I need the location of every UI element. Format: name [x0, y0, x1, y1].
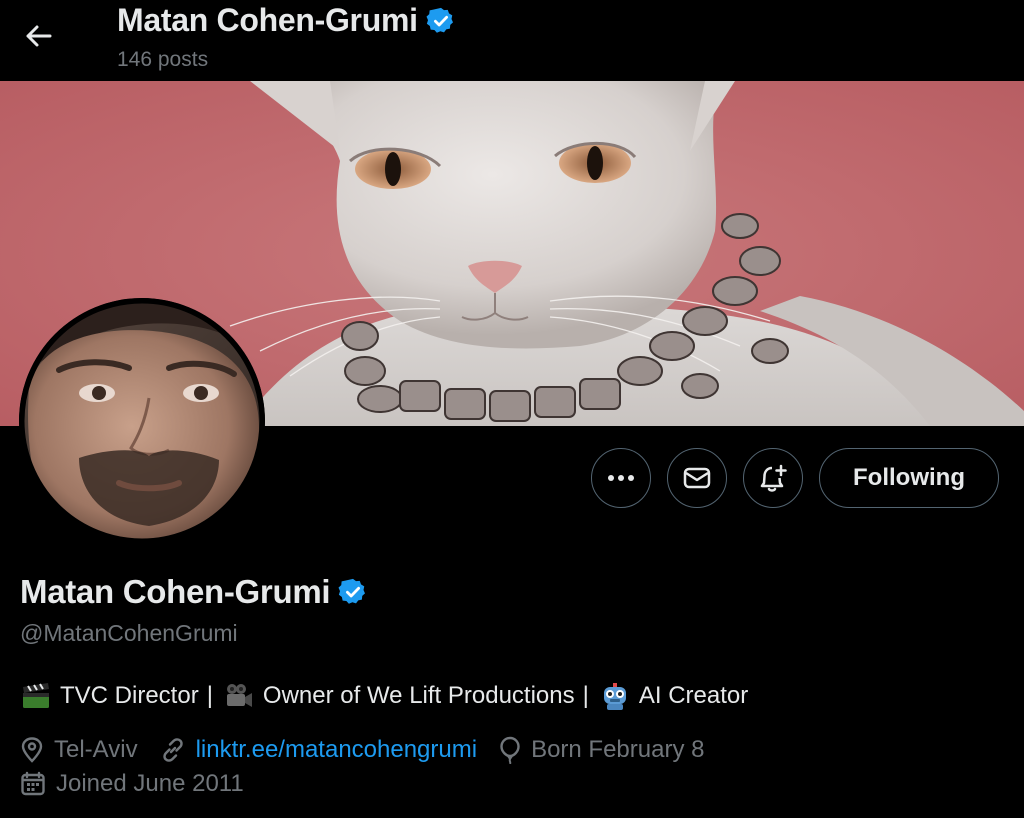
- calendar-icon: [21, 771, 45, 796]
- location-text: Tel-Aviv: [54, 736, 138, 763]
- header-name-text: Matan Cohen-Grumi: [117, 2, 418, 38]
- message-button[interactable]: [667, 448, 727, 508]
- website-item: linktr.ee/matancohengrumi: [160, 736, 477, 764]
- joined-text: Joined June 2011: [56, 770, 244, 797]
- header-title: Matan Cohen-Grumi: [117, 2, 456, 39]
- notifications-button[interactable]: [743, 448, 803, 508]
- location-item: Tel-Aviv: [20, 736, 138, 764]
- movie-camera-icon: [223, 680, 255, 712]
- more-options-button[interactable]: [591, 448, 651, 508]
- robot-icon: [599, 680, 631, 712]
- profile-handle: @MatanCohenGrumi: [20, 620, 238, 646]
- bio-part-3: AI Creator: [638, 682, 749, 709]
- link-icon: [162, 738, 183, 762]
- bio-separator: |: [582, 682, 589, 709]
- profile-meta-joined: Joined June 2011: [20, 770, 266, 798]
- website-link[interactable]: linktr.ee/matancohengrumi: [196, 736, 477, 764]
- verified-badge-icon[interactable]: [338, 577, 368, 607]
- birthday-item: Born February 8: [499, 736, 704, 764]
- profile-bio: TVC Director | Owner of We Lift Producti…: [20, 680, 748, 712]
- more-dots-icon: [608, 475, 634, 481]
- birthday-text: Born February 8: [531, 736, 705, 763]
- profile-name-text: Matan Cohen-Grumi: [20, 573, 331, 610]
- profile-name: Matan Cohen-Grumi: [20, 573, 368, 611]
- verified-badge-icon: [426, 7, 453, 33]
- bio-part-2: Owner of We Lift Productions: [262, 682, 575, 709]
- mail-icon: [683, 467, 711, 489]
- location-pin-icon: [21, 737, 43, 763]
- joined-item: Joined June 2011: [20, 770, 244, 798]
- clapper-board-icon: [20, 680, 52, 712]
- balloon-icon: [500, 736, 520, 764]
- arrow-left-icon: [26, 25, 52, 47]
- post-count: 146 posts: [117, 48, 209, 71]
- bio-separator: |: [206, 682, 213, 709]
- bell-plus-icon: [760, 464, 787, 492]
- following-button[interactable]: Following: [819, 448, 999, 508]
- profile-meta: Tel-Aviv linktr.ee/matancohengrumi Born …: [20, 736, 726, 764]
- profile-avatar[interactable]: [19, 298, 265, 544]
- avatar-photo: [19, 298, 265, 544]
- bio-part-1: TVC Director: [60, 682, 199, 709]
- back-button[interactable]: [18, 18, 58, 54]
- profile-header: Matan Cohen-Grumi 146 posts: [0, 0, 1024, 81]
